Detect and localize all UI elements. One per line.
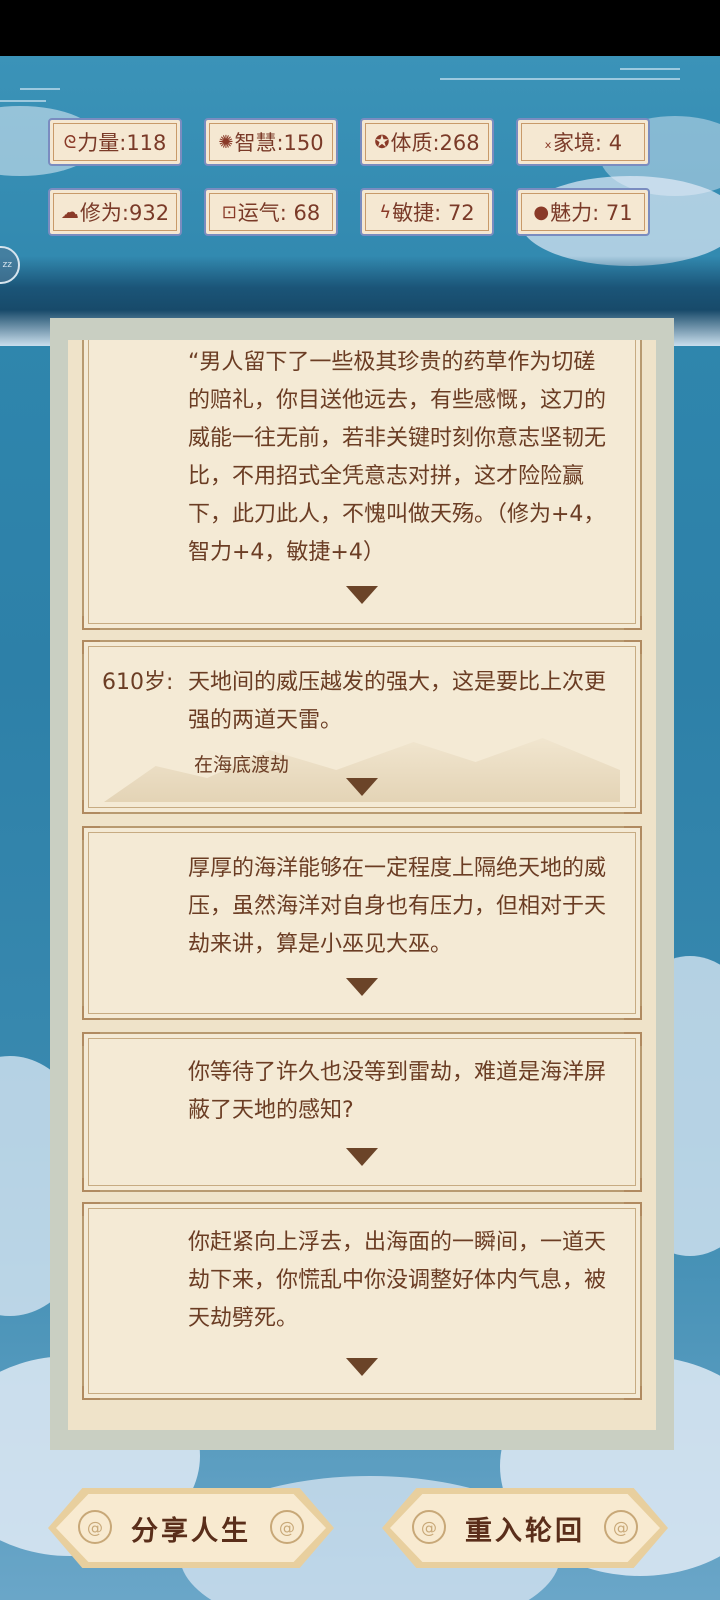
- event-text: 天地间的威压越发的强大，这是要比上次更强的两道天雷。: [188, 670, 607, 733]
- event-subtitle: 在海底渡劫: [194, 754, 290, 776]
- share-life-label: 分享人生: [131, 1515, 251, 1547]
- event-text: “男人留下了一些极其珍贵的药草作为切磋的赔礼，你目送他远去，有些感慨，这刀的威能…: [188, 350, 607, 565]
- lightning-icon: ϟ: [379, 201, 392, 223]
- event-text: 你等待了许久也没等到雷劫，难道是海洋屏蔽了天地的感知?: [188, 1060, 607, 1123]
- swirl-ornament-icon: @: [604, 1510, 638, 1544]
- event-card: 610岁: 天地间的威压越发的强大，这是要比上次更强的两道天雷。 在海底渡劫: [82, 640, 642, 814]
- event-card: 厚厚的海洋能够在一定程度上隔绝天地的威压，虽然海洋对自身也有压力，但相对于天劫来…: [82, 826, 642, 1020]
- event-card: “男人留下了一些极其珍贵的药草作为切磋的赔礼，你目送他远去，有些感慨，这刀的威能…: [82, 340, 642, 630]
- story-scroll[interactable]: “男人留下了一些极其珍贵的药草作为切磋的赔礼，你目送他远去，有些感慨，这刀的威能…: [68, 340, 656, 1430]
- expand-arrow-icon[interactable]: [346, 586, 378, 604]
- event-text: 厚厚的海洋能够在一定程度上隔绝天地的威压，虽然海洋对自身也有压力，但相对于天劫来…: [188, 856, 607, 957]
- arm-icon: ᘓ: [63, 131, 77, 153]
- cloud-icon: ☁: [60, 201, 79, 223]
- stat-constitution: ✪ 体质:268: [360, 118, 494, 166]
- stat-luck: ⊡ 运气: 68: [204, 188, 338, 236]
- money-bag-icon: ₓ: [543, 131, 552, 153]
- swirl-ornament-icon: @: [78, 1510, 112, 1544]
- expand-arrow-icon[interactable]: [346, 1148, 378, 1166]
- swirl-ornament-icon: @: [412, 1510, 446, 1544]
- expand-arrow-icon[interactable]: [346, 778, 378, 796]
- event-card: 你等待了许久也没等到雷劫，难道是海洋屏蔽了天地的感知?: [82, 1032, 642, 1192]
- share-life-button[interactable]: @ @ 分享人生: [48, 1488, 334, 1568]
- stat-strength: ᘓ 力量:118: [48, 118, 182, 166]
- charm-icon: ●: [533, 201, 550, 223]
- stat-wisdom: ✺ 智慧:150: [204, 118, 338, 166]
- event-card: 你赶紧向上浮去，出海面的一瞬间，一道天劫下来，你慌乱中你没调整好体内气息，被天劫…: [82, 1202, 642, 1400]
- swirl-ornament-icon: @: [270, 1510, 304, 1544]
- event-age: 610岁:: [102, 670, 174, 695]
- bulb-icon: ✺: [218, 131, 234, 153]
- cross-icon: ✪: [374, 131, 390, 153]
- stat-charm: ● 魅力: 71: [516, 188, 650, 236]
- status-bar: [0, 0, 720, 56]
- expand-arrow-icon[interactable]: [346, 1358, 378, 1376]
- reincarnate-button[interactable]: @ @ 重入轮回: [382, 1488, 668, 1568]
- event-text: 你赶紧向上浮去，出海面的一瞬间，一道天劫下来，你慌乱中你没调整好体内气息，被天劫…: [188, 1230, 607, 1331]
- reincarnate-label: 重入轮回: [465, 1515, 585, 1547]
- luck-icon: ⊡: [221, 201, 237, 223]
- stat-family: ₓ 家境: 4: [516, 118, 650, 166]
- expand-arrow-icon[interactable]: [346, 978, 378, 996]
- stat-cultivation: ☁ 修为:932: [48, 188, 182, 236]
- stat-agility: ϟ 敏捷: 72: [360, 188, 494, 236]
